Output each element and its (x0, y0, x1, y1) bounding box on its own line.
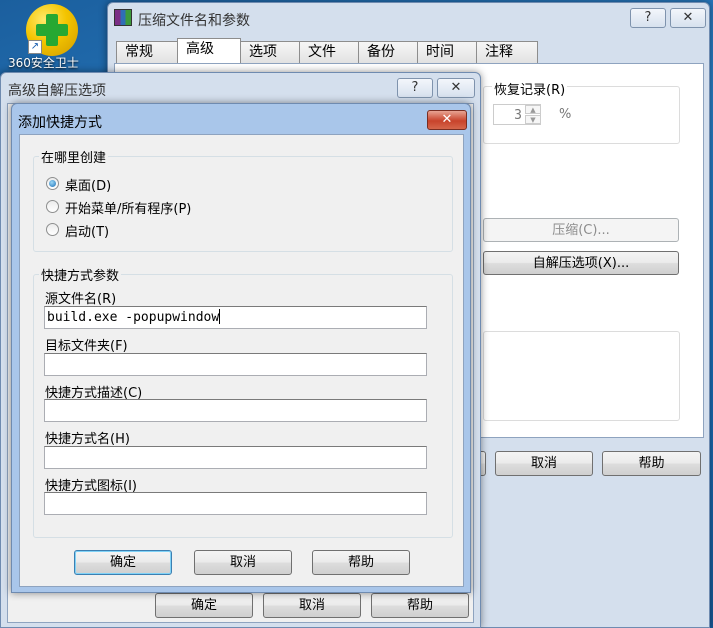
options-group (483, 331, 680, 421)
window-title: 压缩文件名和参数 (138, 13, 250, 29)
tab-options[interactable]: 选项 (240, 41, 300, 63)
sfx-options-button[interactable]: 自解压选项(X)... (483, 251, 679, 275)
radio-start-menu[interactable] (46, 200, 59, 213)
tab-time[interactable]: 时间 (417, 41, 477, 63)
shortcut-name-input[interactable] (44, 446, 427, 469)
where-group-label: 在哪里创建 (39, 147, 109, 166)
titlebar: 添加快捷方式 ✕ (12, 104, 470, 134)
spin-down-icon[interactable]: ▼ (525, 115, 541, 124)
target-input[interactable] (44, 353, 427, 376)
tab-files[interactable]: 文件 (299, 41, 359, 63)
shortcut-icon-input[interactable] (44, 492, 427, 515)
cancel-button[interactable]: 取消 (194, 550, 292, 575)
shortcut-arrow-icon: ↗ (28, 40, 42, 54)
close-button[interactable]: ✕ (670, 8, 706, 28)
add-shortcut-dialog: 添加快捷方式 ✕ 在哪里创建 桌面(D) 开始菜单/所有程序(P) 启动(T) … (11, 103, 471, 593)
params-group-label: 快捷方式参数 (39, 265, 122, 284)
close-button[interactable]: ✕ (437, 78, 475, 98)
recovery-label: 恢复记录(R) (492, 79, 568, 98)
help-button[interactable]: 帮助 (312, 550, 410, 575)
winrar-icon (114, 9, 132, 26)
close-button[interactable]: ✕ (427, 110, 467, 130)
description-input[interactable] (44, 399, 427, 422)
compress-button[interactable]: 压缩(C)... (483, 218, 679, 242)
spin-up-icon[interactable]: ▲ (525, 105, 541, 114)
sfx-cancel-button[interactable]: 取消 (263, 593, 361, 618)
radio-start-menu-label[interactable]: 开始菜单/所有程序(P) (65, 198, 191, 217)
sfx-help-button[interactable]: 帮助 (371, 593, 469, 618)
tab-general[interactable]: 常规 (116, 41, 178, 63)
tab-comment[interactable]: 注释 (476, 41, 538, 63)
titlebar: 压缩文件名和参数 ? ✕ (108, 3, 709, 33)
main-cancel-button[interactable]: 取消 (495, 451, 593, 476)
tab-advanced[interactable]: 高级 (177, 38, 241, 63)
ok-button[interactable]: 确定 (74, 550, 172, 575)
radio-startup[interactable] (46, 223, 59, 236)
dialog-title: 添加快捷方式 (18, 115, 102, 131)
window-title: 高级自解压选项 (8, 83, 106, 99)
dialog-client: 在哪里创建 桌面(D) 开始菜单/所有程序(P) 启动(T) 快捷方式参数 源文… (19, 134, 464, 587)
source-input[interactable]: build.exe -popupwindow (44, 306, 427, 329)
source-label: 源文件名(R) (45, 292, 117, 307)
desktop-icon-label: 360安全卫士 (8, 56, 79, 70)
radio-startup-label[interactable]: 启动(T) (65, 221, 109, 240)
help-button[interactable]: ? (397, 78, 433, 98)
recovery-unit: % (559, 107, 572, 122)
target-label: 目标文件夹(F) (45, 339, 128, 354)
titlebar: 高级自解压选项 ? ✕ (1, 73, 480, 103)
shortcut-name-label: 快捷方式名(H) (45, 432, 130, 447)
radio-desktop-label[interactable]: 桌面(D) (65, 175, 111, 194)
tab-backup[interactable]: 备份 (358, 41, 418, 63)
main-help-button[interactable]: 帮助 (602, 451, 701, 476)
radio-desktop[interactable] (46, 177, 59, 190)
help-button[interactable]: ? (630, 8, 666, 28)
sfx-ok-button[interactable]: 确定 (155, 593, 253, 618)
